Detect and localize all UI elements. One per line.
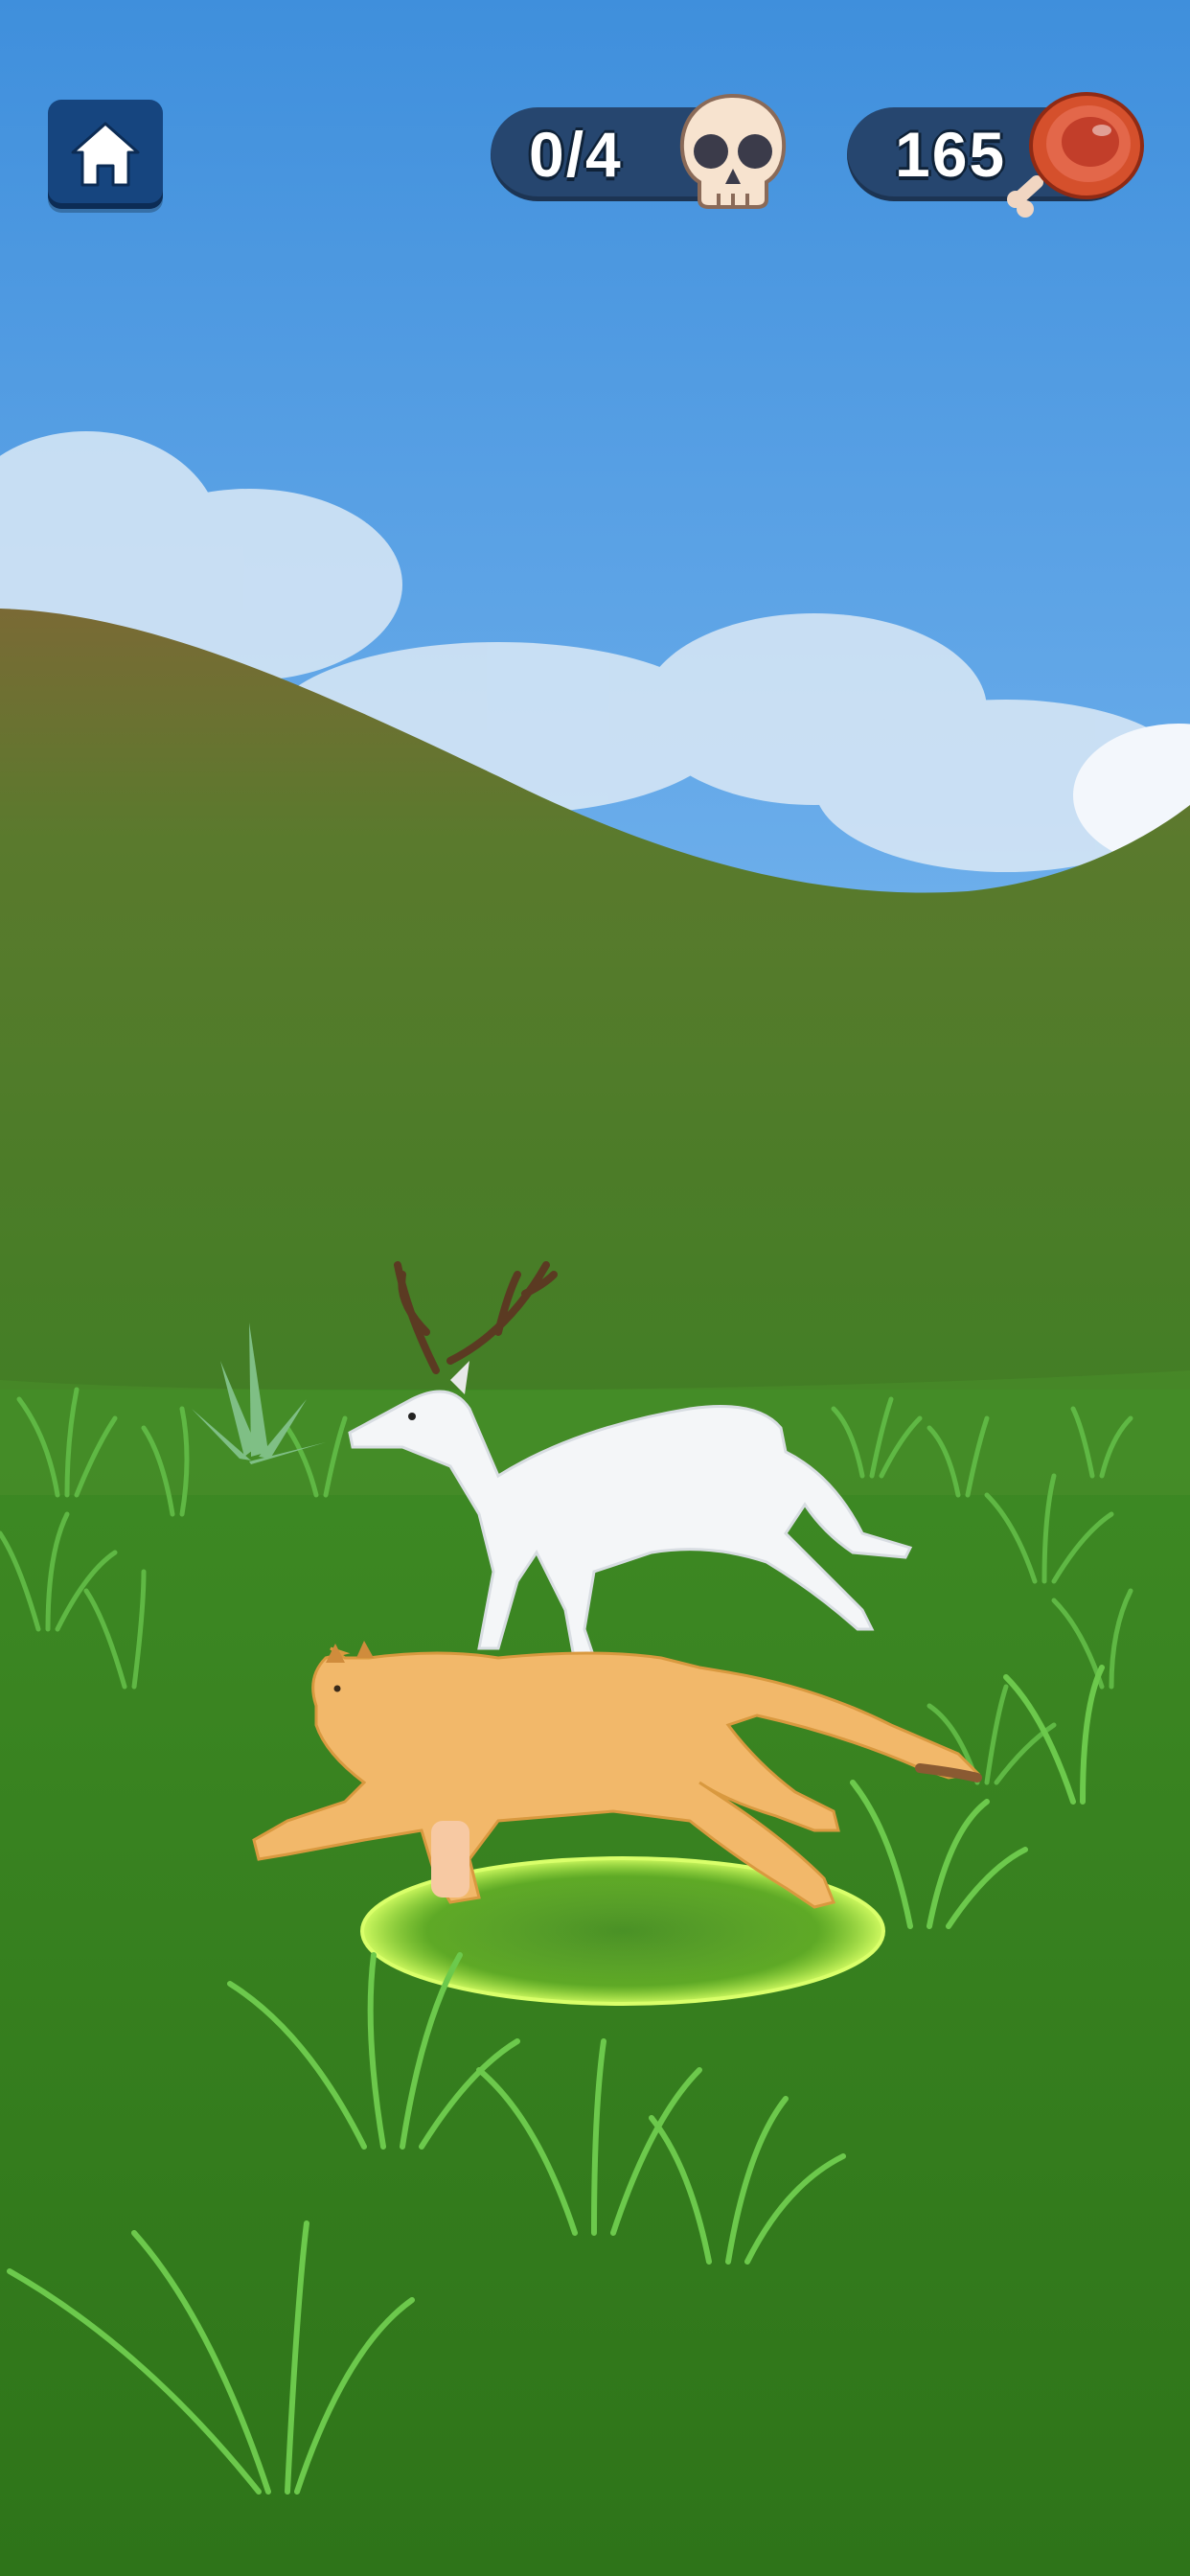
meat-icon xyxy=(1007,92,1144,218)
meat-counter-text: 165 xyxy=(895,119,1007,190)
game-scene xyxy=(0,0,1190,2576)
house-icon xyxy=(71,122,140,187)
hud: 0/4 165 xyxy=(0,0,1190,249)
kills-counter-text: 0/4 xyxy=(529,119,623,190)
skull-icon xyxy=(679,93,787,209)
home-button[interactable] xyxy=(48,100,163,209)
